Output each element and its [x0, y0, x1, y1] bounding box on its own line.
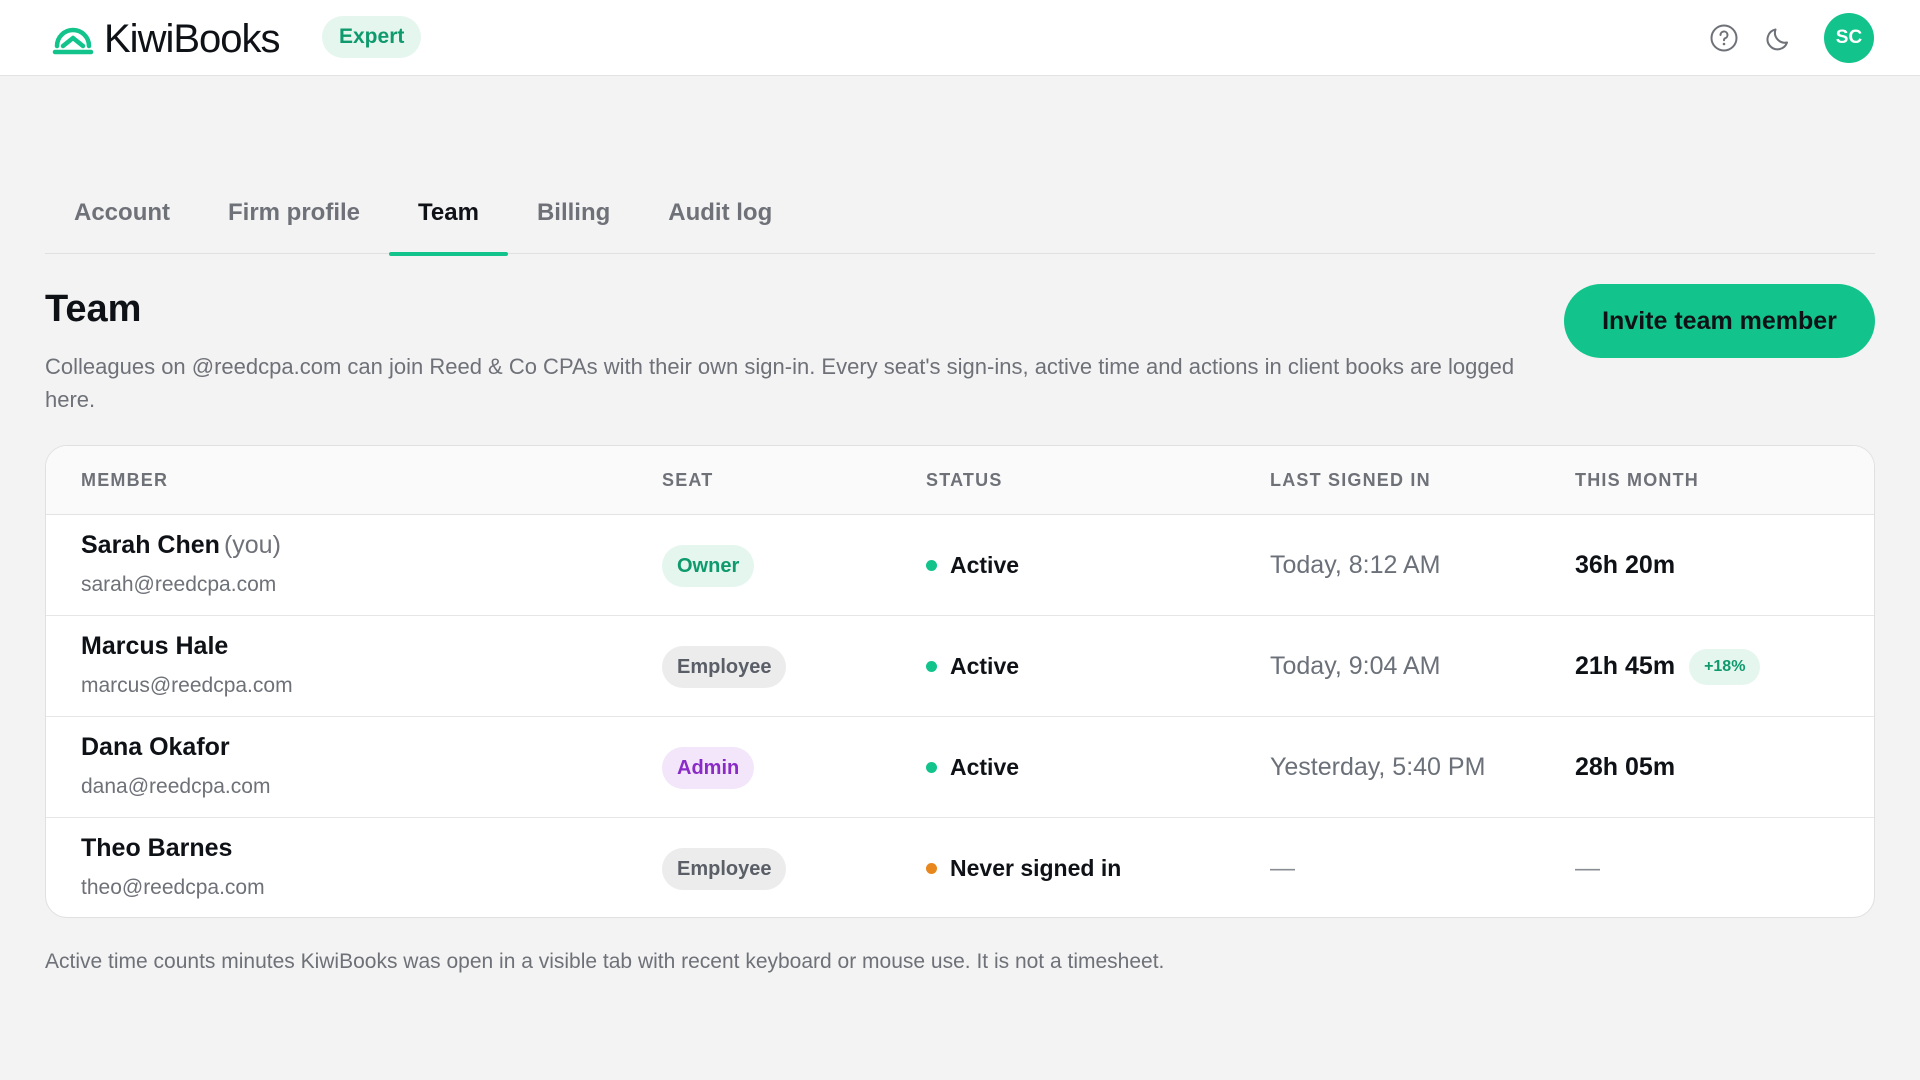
- last-signed-in-cell: —: [1270, 818, 1295, 917]
- page-title: Team: [45, 288, 142, 330]
- brand-name: KiwiBooks: [104, 17, 281, 61]
- active-time: 36h 20m: [1575, 551, 1676, 579]
- member-name: Dana Okafor: [81, 733, 230, 762]
- seat-cell: Employee: [662, 616, 787, 717]
- seat-badge: Employee: [662, 645, 787, 688]
- last-signed-in-cell: Yesterday, 5:40 PM: [1270, 717, 1485, 818]
- status-dot-icon: [926, 560, 937, 571]
- column-header-status: STATUS: [926, 470, 1003, 490]
- last-signed-in-cell: Today, 9:04 AM: [1270, 616, 1440, 717]
- seat-cell: Owner: [662, 515, 755, 616]
- member-name: Theo Barnes: [81, 834, 232, 863]
- active-time: 28h 05m: [1575, 753, 1676, 781]
- top-actions: SC: [1704, 13, 1874, 63]
- this-month-cell: 21h 45m +18%: [1575, 616, 1761, 717]
- member-name-text: Marcus Hale: [81, 632, 229, 660]
- team-table: MEMBER SEAT STATUS LAST SIGNED IN THIS M…: [45, 445, 1875, 918]
- tab-audit-log[interactable]: Audit log: [639, 180, 801, 254]
- change-badge: +18%: [1689, 648, 1761, 685]
- table-row[interactable]: Theo Barnes theo@reedcpa.com Employee Ne…: [46, 818, 1874, 917]
- last-signed-in: Today, 9:04 AM: [1270, 652, 1441, 680]
- last-signed-in: Yesterday, 5:40 PM: [1270, 753, 1486, 781]
- last-signed-in-cell: Today, 8:12 AM: [1270, 515, 1440, 616]
- tab-team[interactable]: Team: [389, 180, 508, 256]
- this-month-cell: 28h 05m: [1575, 717, 1675, 818]
- column-header-this-month: THIS MONTH: [1575, 470, 1699, 490]
- brand[interactable]: KiwiBooks: [52, 17, 281, 62]
- this-month-cell: —: [1575, 818, 1600, 917]
- last-signed-in: —: [1270, 854, 1295, 882]
- last-signed-in: Today, 8:12 AM: [1270, 551, 1441, 579]
- tab-account[interactable]: Account: [45, 180, 199, 254]
- status-text: Active: [950, 754, 1020, 780]
- status-cell: Active: [926, 515, 1019, 616]
- kiwibooks-logo-icon: [52, 19, 94, 61]
- section-description: Colleagues on @reedcpa.com can join Reed…: [45, 354, 1515, 412]
- avatar[interactable]: SC: [1824, 13, 1874, 63]
- table-row[interactable]: Sarah Chen (you) sarah@reedcpa.com Owner …: [46, 515, 1874, 616]
- this-month-cell: 36h 20m: [1575, 515, 1675, 616]
- seat-badge: Admin: [662, 746, 755, 789]
- status-cell: Never signed in: [926, 818, 1122, 917]
- tab-firm-profile[interactable]: Firm profile: [199, 180, 389, 254]
- seat-badge: Owner: [662, 544, 755, 587]
- active-time-footnote: Active time counts minutes KiwiBooks was…: [45, 950, 1165, 973]
- member-email: theo@reedcpa.com: [81, 876, 265, 899]
- table-row[interactable]: Dana Okafor dana@reedcpa.com Admin Activ…: [46, 717, 1874, 818]
- status-cell: Active: [926, 717, 1019, 818]
- active-time: 21h 45m: [1575, 652, 1676, 680]
- moon-icon[interactable]: [1760, 18, 1800, 58]
- status-dot-icon: [926, 762, 937, 773]
- member-name: Marcus Hale: [81, 632, 228, 661]
- status-dot-icon: [926, 661, 937, 672]
- member-email: sarah@reedcpa.com: [81, 573, 277, 596]
- table-header: MEMBER SEAT STATUS LAST SIGNED IN THIS M…: [46, 446, 1874, 515]
- active-time: —: [1575, 854, 1600, 882]
- member-name-text: Theo Barnes: [81, 834, 233, 862]
- top-bar: KiwiBooks Expert SC: [0, 0, 1920, 76]
- help-circle-icon[interactable]: [1704, 18, 1744, 58]
- member-name: Sarah Chen (you): [81, 531, 281, 560]
- seat-badge: Employee: [662, 847, 787, 890]
- table-row[interactable]: Marcus Hale marcus@reedcpa.com Employee …: [46, 616, 1874, 717]
- you-label: (you): [223, 531, 281, 559]
- member-email: marcus@reedcpa.com: [81, 674, 293, 697]
- seat-cell: Employee: [662, 818, 787, 917]
- member-email: dana@reedcpa.com: [81, 775, 271, 798]
- member-name-text: Sarah Chen: [81, 531, 220, 559]
- column-header-member: MEMBER: [81, 470, 169, 490]
- tab-billing[interactable]: Billing: [508, 180, 639, 254]
- status-cell: Active: [926, 616, 1019, 717]
- invite-team-member-button[interactable]: Invite team member: [1564, 284, 1875, 358]
- column-header-last-signed-in: LAST SIGNED IN: [1270, 470, 1431, 490]
- seat-cell: Admin: [662, 717, 755, 818]
- plan-badge: Expert: [322, 16, 422, 58]
- status-text: Active: [950, 552, 1020, 578]
- member-name-text: Dana Okafor: [81, 733, 230, 761]
- settings-tabs: Account Firm profile Team Billing Audit …: [45, 180, 1875, 256]
- column-header-seat: SEAT: [662, 470, 714, 490]
- status-dot-icon: [926, 863, 937, 874]
- status-text: Never signed in: [950, 855, 1122, 881]
- status-text: Active: [950, 653, 1020, 679]
